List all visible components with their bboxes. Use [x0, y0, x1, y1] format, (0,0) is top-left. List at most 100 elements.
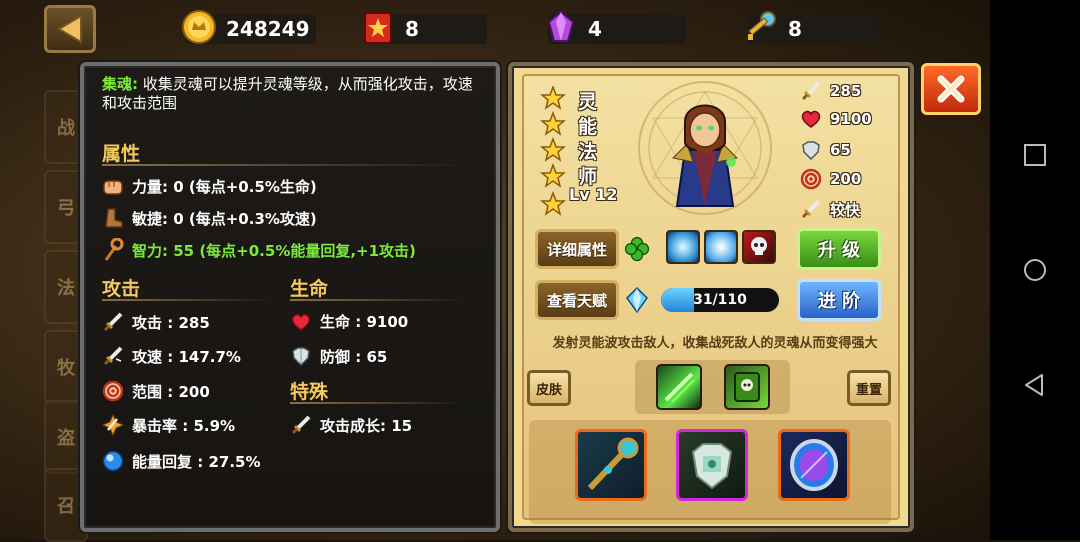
agility-stat: 敏捷: 0 (每点+0.3%攻速) [102, 207, 317, 229]
defense-stat: 防御 : 65 [290, 345, 387, 367]
attributes-title: 属性 [102, 143, 141, 165]
talent-book-icon[interactable] [724, 364, 770, 410]
hp-stat: 生命 : 9100 [290, 311, 408, 332]
gold-value: 248249 [226, 17, 310, 41]
divider [290, 299, 465, 301]
skill-description: 发射灵能波攻击敌人，收集战死敌人的灵魂从而变得强大 [552, 336, 878, 351]
back-nav-icon[interactable] [1020, 370, 1050, 400]
swift-sword-icon [801, 199, 821, 219]
recent-apps-icon[interactable] [1020, 140, 1050, 170]
red-item-value: 8 [405, 17, 419, 41]
energy-orb-icon [102, 450, 124, 472]
gem-value: 4 [588, 17, 602, 41]
view-talent-button[interactable]: 查看天赋 [535, 280, 619, 320]
star-rating-icons [540, 86, 566, 216]
sword-icon [103, 312, 123, 332]
skull-book-icon [734, 372, 760, 402]
strength-stat: 力量: 0 (每点+0.5%生命) [102, 176, 317, 197]
staff-icon [104, 238, 124, 261]
intellect-label: 智力: 55 (每点+0.5%能量回复,+1攻击) [132, 241, 416, 260]
growth-sword-icon [291, 415, 311, 435]
skin-button[interactable]: 皮肤 [527, 370, 571, 406]
hero-portrait [638, 81, 772, 215]
detail-attributes-button[interactable]: 详细属性 [535, 229, 619, 269]
home-icon[interactable] [1020, 255, 1050, 285]
life-title: 生命 [290, 278, 329, 300]
hero-name-char-2: 能 [578, 116, 598, 138]
divider [102, 164, 472, 166]
system-navigation-bar [990, 0, 1080, 540]
intellect-stat: 智力: 55 (每点+0.5%能量回复,+1攻击) [102, 238, 416, 262]
target-icon [102, 380, 124, 402]
energy-label: 能量回复 : 27.5% [132, 452, 261, 471]
key-icon [748, 11, 776, 40]
attack-label: 攻击 : 285 [132, 313, 210, 332]
range-label: 范围 : 200 [132, 382, 210, 401]
skill-slot-skull[interactable] [742, 230, 776, 264]
gem-counter: 4 [547, 10, 686, 44]
mirror-accessory-icon [790, 439, 838, 491]
soul-desc-highlight: 集魂: [102, 75, 138, 93]
staff-weapon-icon [587, 437, 639, 491]
swift-sword-icon [103, 346, 123, 366]
attack-speed-label: 攻速 : 147.7% [132, 347, 241, 366]
hero-attack: 285 [800, 80, 861, 102]
hero-range: 200 [800, 168, 861, 190]
hero-hp: 9100 [800, 109, 872, 129]
heart-icon [801, 110, 821, 128]
clover-icon [624, 236, 650, 262]
attack-growth-label: 攻击成长: 15 [320, 416, 413, 435]
armor-icon [292, 347, 310, 367]
green-slash-icon [664, 372, 695, 403]
skill-slot-orb-1[interactable] [666, 230, 700, 264]
divider [290, 402, 465, 404]
equip-staff-slot[interactable] [575, 429, 647, 501]
equip-mirror-slot[interactable] [778, 429, 850, 501]
skull-icon [751, 237, 767, 255]
soul-progress-bar: 31/110 [661, 288, 779, 312]
hp-label: 生命 : 9100 [320, 313, 409, 331]
hero-name-char-3: 法 [578, 141, 598, 163]
energy-stat: 能量回复 : 27.5% [102, 450, 260, 472]
key-counter: 8 [748, 11, 878, 44]
advance-button[interactable]: 进 阶 [797, 279, 881, 321]
crit-stat: 暴击率 : 5.9% [102, 414, 235, 436]
attack-stat: 攻击 : 285 [102, 311, 210, 333]
hero-speed-value: 较快 [830, 200, 861, 219]
attack-speed-stat: 攻速 : 147.7% [102, 345, 241, 367]
close-button[interactable] [921, 63, 981, 115]
soul-description: 集魂: 收集灵魂可以提升灵魂等级，从而强化攻击，攻速和攻击范围 [102, 75, 487, 113]
gold-coin-icon [182, 10, 216, 44]
divider [102, 299, 272, 301]
red-item-counter: 8 [364, 12, 487, 44]
close-icon [937, 75, 965, 103]
reset-button[interactable]: 重置 [847, 370, 891, 406]
equip-armor-slot[interactable] [676, 429, 748, 501]
soul-desc-text: 收集灵魂可以提升灵魂等级，从而强化攻击，攻速和攻击范围 [102, 75, 473, 112]
hero-attack-value: 285 [830, 82, 862, 100]
skill-slot-orb-2[interactable] [704, 230, 738, 264]
talent-slash-icon[interactable] [656, 364, 702, 410]
range-stat: 范围 : 200 [102, 380, 210, 402]
hero-speed: 较快 [800, 198, 860, 220]
key-value: 8 [788, 17, 802, 41]
hero-defense-value: 65 [830, 141, 851, 159]
attack-title: 攻击 [102, 278, 141, 300]
target-icon [800, 168, 822, 190]
gold-counter: 248249 [182, 10, 316, 44]
crit-sword-icon [102, 414, 124, 436]
special-title: 特殊 [290, 381, 329, 403]
hero-hp-value: 9100 [830, 110, 872, 128]
back-button[interactable] [44, 5, 96, 53]
heart-icon [291, 313, 311, 331]
crit-label: 暴击率 : 5.9% [132, 416, 236, 435]
boot-icon [105, 208, 123, 228]
agility-label: 敏捷: 0 (每点+0.3%攻速) [132, 209, 317, 228]
back-arrow-icon [57, 14, 82, 44]
fist-icon [103, 179, 123, 195]
hero-level: Lv 12 [569, 185, 618, 204]
armor-equip-icon [691, 443, 733, 490]
soul-progress-text: 31/110 [693, 292, 747, 308]
soul-crystal-icon [626, 286, 648, 314]
upgrade-button[interactable]: 升 级 [797, 228, 881, 270]
